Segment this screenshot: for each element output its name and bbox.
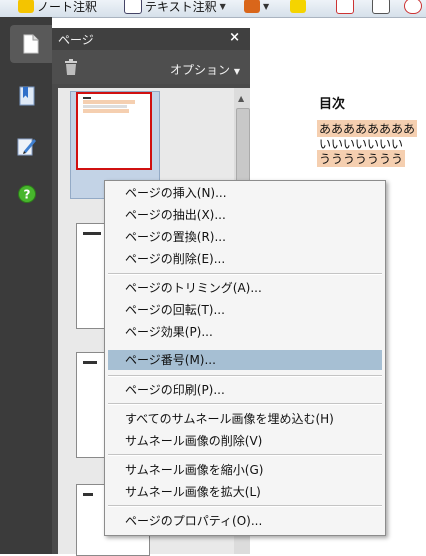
menu-item-print-pages[interactable]: ページの印刷(P)... [108,380,382,400]
menu-item-reduce-thumbnails[interactable]: サムネール画像を縮小(G) [108,460,382,480]
menu-separator [108,505,382,507]
list-icon [372,0,390,14]
note-icon [18,0,34,13]
menu-separator [108,403,382,405]
menu-item-page-transitions[interactable]: ページ効果(P)... [108,322,382,342]
menu-separator [108,454,382,456]
signature-pen-icon [17,138,36,156]
thumbnail-highlight-bar [83,105,127,108]
menu-separator [108,375,382,377]
thumbnail-highlight-bar [83,109,129,113]
chevron-down-icon: ▼ [263,1,270,11]
list-tool[interactable] [372,0,390,16]
menu-item-replace-pages[interactable]: ページの置換(R)... [108,227,382,247]
menu-item-label: ページの削除(E)... [125,252,226,266]
menu-item-label: ページの回転(T)... [125,303,225,317]
panel-title: ページ [58,33,94,47]
text-edit-tool[interactable] [290,0,306,16]
draw-tool[interactable] [336,0,354,16]
close-icon[interactable]: × [229,30,240,45]
menu-item-insert-pages[interactable]: ページの挿入(N)... [108,183,382,203]
menu-item-label: ページの置換(R)... [125,230,226,244]
toolbar: ノート注釈 テキスト注釈 ▼ ▼ [0,0,426,18]
chevron-down-icon: ▼ [233,67,240,76]
bookmark-icon [19,86,35,106]
text-comment-label: テキスト注釈 [145,0,217,14]
signatures-nav-button[interactable] [8,127,46,165]
menu-item-crop-pages[interactable]: ページのトリミング(A)... [108,278,382,298]
menu-item-extract-pages[interactable]: ページの抽出(X)... [108,205,382,225]
document-line: ううううううう [317,150,406,167]
options-label: オプション [170,63,231,77]
menu-item-label: すべてのサムネール画像を埋め込む(H) [125,412,334,426]
menu-item-embed-thumbnails[interactable]: すべてのサムネール画像を埋め込む(H) [108,409,382,429]
menu-item-enlarge-thumbnails[interactable]: サムネール画像を拡大(L) [108,482,382,502]
menu-item-label: ページ効果(P)... [125,325,213,339]
menu-item-label: ページのプロパティ(O)... [125,514,263,528]
menu-item-remove-thumbnails[interactable]: サムネール画像の削除(V) [108,431,382,451]
menu-item-label: ページの印刷(P)... [125,383,225,397]
stamp-tool[interactable]: ▼ [244,0,269,16]
note-comment-tool[interactable]: ノート注釈 [18,0,97,16]
note-comment-label: ノート注釈 [37,0,98,14]
menu-item-label: ページの抽出(X)... [125,208,226,222]
shape-tool[interactable] [404,0,422,16]
menu-item-page-properties[interactable]: ページのプロパティ(O)... [108,511,382,531]
stamp-icon [244,0,260,13]
draw-icon [336,0,354,14]
thumbnail-text-mark [83,361,97,364]
bookmarks-nav-button[interactable] [8,77,46,115]
page-icon [23,34,39,54]
context-menu: ページの挿入(N)... ページの抽出(X)... ページの置換(R)... ペ… [104,180,386,536]
menu-item-label: ページ番号(M)... [125,353,216,367]
menu-item-delete-pages[interactable]: ページの削除(E)... [108,249,382,269]
help-icon: ? [18,185,36,203]
menu-separator [108,273,382,275]
menu-item-label: ページのトリミング(A)... [125,281,262,295]
trash-icon[interactable] [64,59,78,75]
menu-item-label: サムネール画像を縮小(G) [125,463,264,477]
text-comment-tool[interactable]: テキスト注釈 ▼ [124,0,226,16]
page-thumbnail[interactable] [76,92,152,170]
help-nav-button[interactable]: ? [8,175,46,213]
menu-item-label: ページの挿入(N)... [125,186,227,200]
panel-toolbar: オプション ▼ [52,50,250,84]
chevron-down-icon: ▼ [219,1,226,11]
menu-item-label: サムネール画像の削除(V) [125,434,263,448]
shape-icon [404,0,422,14]
panel-header: ページ × [52,28,250,50]
text-comment-icon [124,0,142,14]
thumbnail-highlight-bar [83,100,135,104]
svg-text:?: ? [24,188,31,202]
thumbnail-text-mark [83,493,93,496]
options-menu-button[interactable]: オプション ▼ [170,61,240,78]
scroll-up-icon[interactable]: ▲ [238,94,244,103]
menu-item-page-numbering[interactable]: ページ番号(M)... [108,350,382,370]
pages-nav-button[interactable] [10,25,52,63]
thumbnail-text-mark [83,232,101,235]
thumbnail-text-mark [83,97,91,99]
navigation-sidebar: ? [0,17,52,554]
toc-heading: 目次 [319,97,346,112]
text-edit-icon [290,0,306,13]
menu-item-label: サムネール画像を拡大(L) [125,485,261,499]
menu-item-rotate-pages[interactable]: ページの回転(T)... [108,300,382,320]
